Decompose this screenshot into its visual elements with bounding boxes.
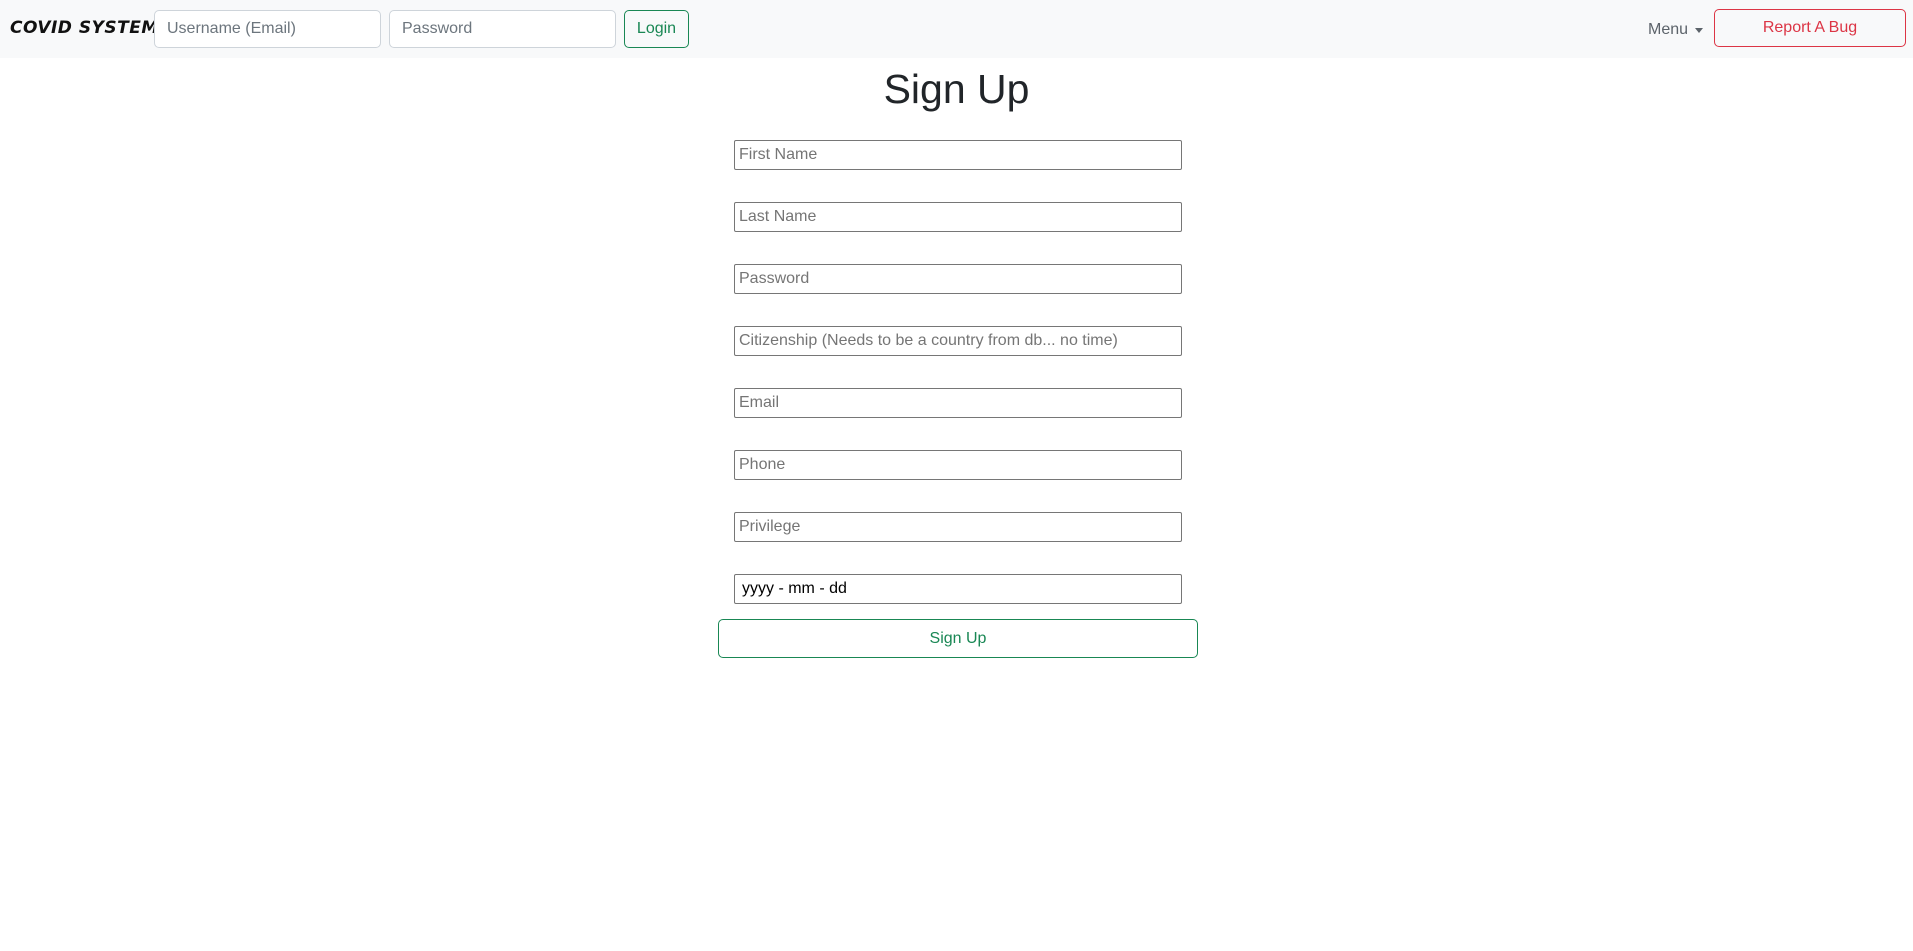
username-input[interactable] [154,10,381,48]
password-field[interactable] [734,264,1182,294]
menu-dropdown-toggle[interactable]: Menu [1648,19,1704,41]
brand-logo[interactable]: COVID SYSTEM [10,18,159,38]
login-button[interactable]: Login [624,10,689,48]
privilege-field[interactable] [734,512,1182,542]
caret-down-icon [1695,27,1704,33]
date-field-value: yyyy - mm - dd [742,580,847,597]
citizenship-field[interactable] [734,326,1182,356]
navbar: COVID SYSTEM Login Menu Report A Bug [0,0,1913,58]
signup-button[interactable]: Sign Up [718,619,1198,658]
page-title: Sign Up [883,66,1030,112]
last-name-field[interactable] [734,202,1182,232]
birthdate-field[interactable]: yyyy - mm - dd [734,574,1182,604]
first-name-field[interactable] [734,140,1182,170]
nav-password-input[interactable] [389,10,616,48]
menu-label: Menu [1648,21,1689,38]
report-bug-button[interactable]: Report A Bug [1714,9,1906,47]
phone-field[interactable] [734,450,1182,480]
email-field[interactable] [734,388,1182,418]
